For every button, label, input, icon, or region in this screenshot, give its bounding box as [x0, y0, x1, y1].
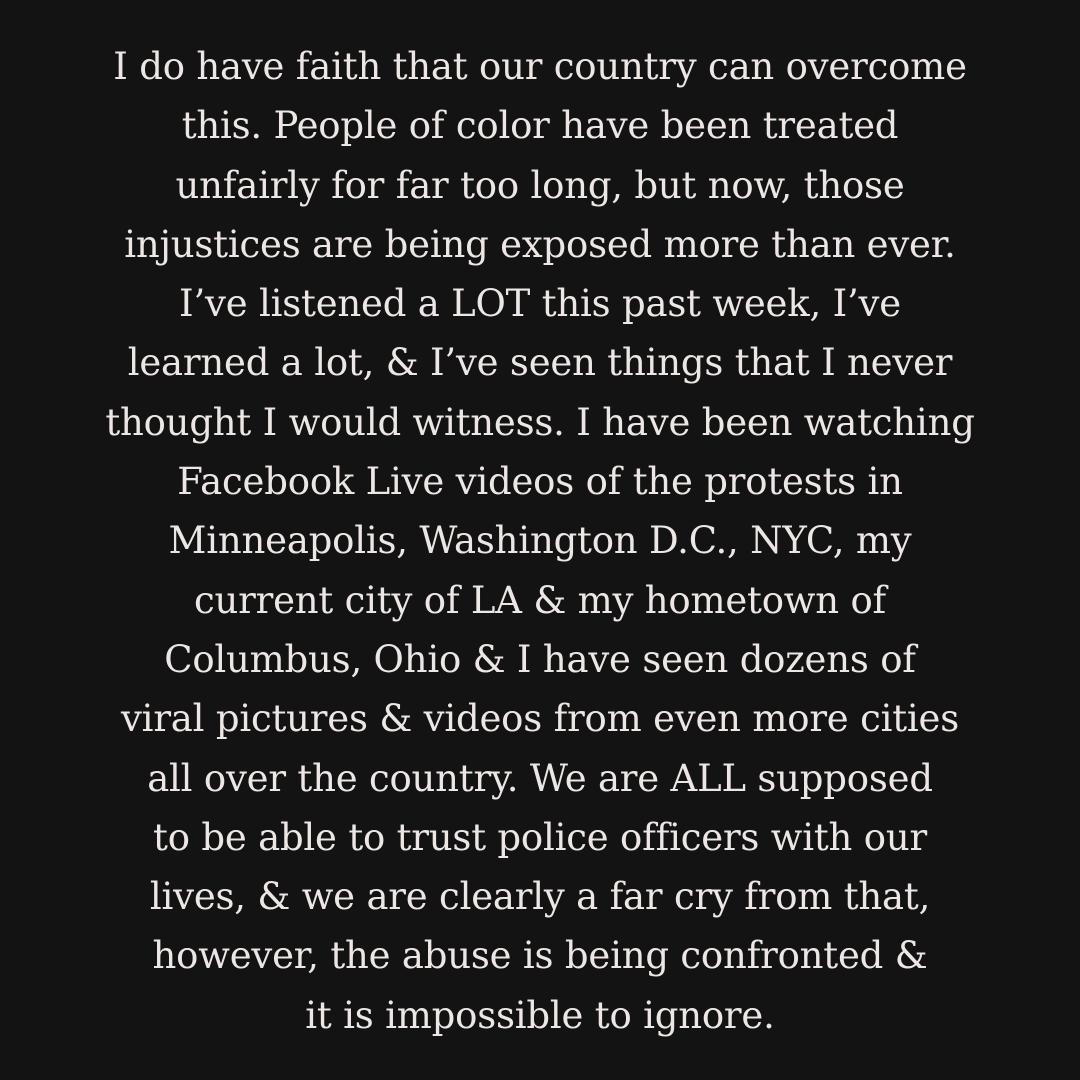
statement-line: it is impossible to ignore. [305, 993, 775, 1037]
statement-text: I do have faith that our country can ove… [0, 37, 1080, 1045]
statement-line: Facebook Live videos of the protests in [177, 460, 903, 504]
statement-line: all over the country. We are ALL suppose… [147, 756, 933, 800]
statement-line: thought I would witness. I have been wat… [105, 400, 975, 444]
statement-line: learned a lot, & I’ve seen things that I… [127, 341, 953, 385]
statement-line: lives, & we are clearly a far cry from t… [149, 875, 931, 919]
statement-line: unfairly for far too long, but now, thos… [175, 163, 905, 207]
text-post-canvas: I do have faith that our country can ove… [0, 0, 1080, 1080]
statement-line: injustices are being exposed more than e… [124, 222, 956, 266]
statement-line: Columbus, Ohio & I have seen dozens of [164, 637, 916, 681]
statement-line: viral pictures & videos from even more c… [120, 697, 960, 741]
statement-line: to be able to trust police officers with… [153, 815, 927, 859]
statement-line: Minneapolis, Washington D.C., NYC, my [168, 519, 912, 563]
statement-line: this. People of color have been treated [181, 104, 899, 148]
statement-line: I do have faith that our country can ove… [113, 45, 967, 88]
statement-line: I’ve listened a LOT this past week, I’ve [179, 282, 901, 326]
statement-line: current city of LA & my hometown of [193, 578, 887, 622]
statement-line: however, the abuse is being confronted & [152, 934, 928, 978]
